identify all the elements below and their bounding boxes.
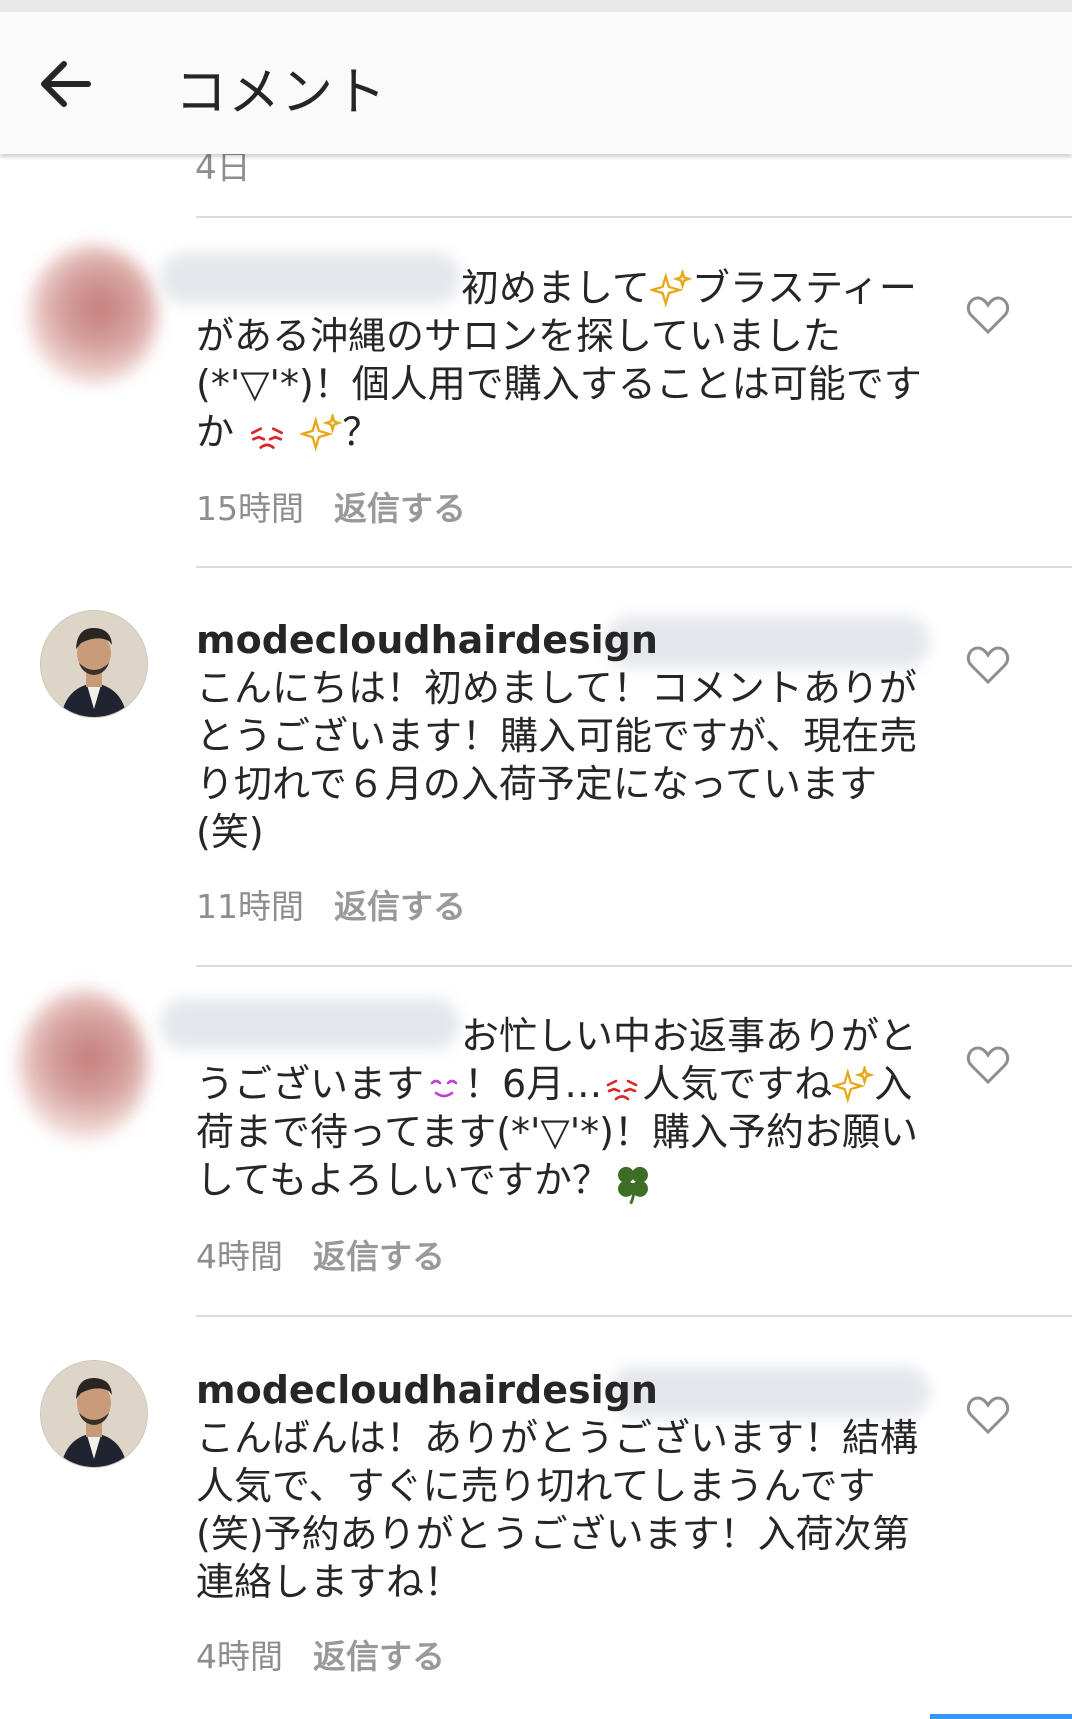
arrow-left-icon[interactable] [36, 54, 96, 114]
divider [196, 1315, 1072, 1317]
timestamp: 4時間 [196, 1637, 283, 1676]
avatar[interactable] [28, 245, 158, 385]
timestamp: 4時間 [196, 1237, 283, 1276]
avatar[interactable] [40, 1360, 148, 1468]
divider [196, 566, 1072, 568]
heart-icon[interactable] [966, 1395, 1010, 1435]
avatar[interactable] [18, 990, 148, 1140]
comment-text: modecloudhairdesign こんばんは！ありがとうございます！結構人気… [196, 1368, 919, 1604]
timestamp: 11時間 [196, 887, 304, 926]
bottom-indicator [930, 1714, 1072, 1719]
smiling-face-icon [430, 1079, 458, 1097]
page-title: コメント [175, 63, 388, 123]
username[interactable]: modecloudhairdesign [196, 1368, 658, 1412]
heart-icon[interactable] [966, 295, 1010, 335]
comment-text: お忙しい中お返事ありがとうございます ！6月… 人気ですね 入荷まで待ってます(*'▽… [196, 1012, 936, 1206]
sparkles-icon [832, 1065, 875, 1104]
reply-button[interactable]: 返信する [313, 1237, 445, 1276]
comment-meta: 11時間 返信する [196, 880, 466, 928]
timestamp: 15時間 [196, 489, 304, 528]
heart-icon[interactable] [966, 645, 1010, 685]
reply-button[interactable]: 返信する [334, 489, 466, 528]
sad-face-icon [606, 1079, 638, 1100]
comment-meta: 4時間 返信する [196, 1630, 445, 1678]
divider [196, 965, 1072, 967]
avatar[interactable] [40, 610, 148, 718]
comment-text: modecloudhairdesign こんにちは！初めまして！コメントありがとう… [196, 618, 918, 854]
divider [196, 216, 1072, 218]
four-leaf-clover-icon [617, 1166, 648, 1204]
sparkles-icon [300, 413, 343, 452]
reply-button[interactable]: 返信する [313, 1637, 445, 1676]
reply-button[interactable]: 返信する [334, 887, 466, 926]
username[interactable]: modecloudhairdesign [196, 618, 658, 662]
status-strip [0, 0, 1072, 12]
top-bar: コメント [0, 12, 1072, 154]
comment-meta: 15時間 返信する [196, 482, 466, 530]
sad-face-icon [251, 426, 284, 449]
sparkles-icon [649, 269, 692, 308]
heart-icon[interactable] [966, 1045, 1010, 1085]
comment-text: 初めまして ブラスティーがある沖縄のサロンを探していました(*'▽'*)！個人用で… [196, 266, 922, 454]
comment-meta: 4時間 返信する [196, 1230, 445, 1278]
